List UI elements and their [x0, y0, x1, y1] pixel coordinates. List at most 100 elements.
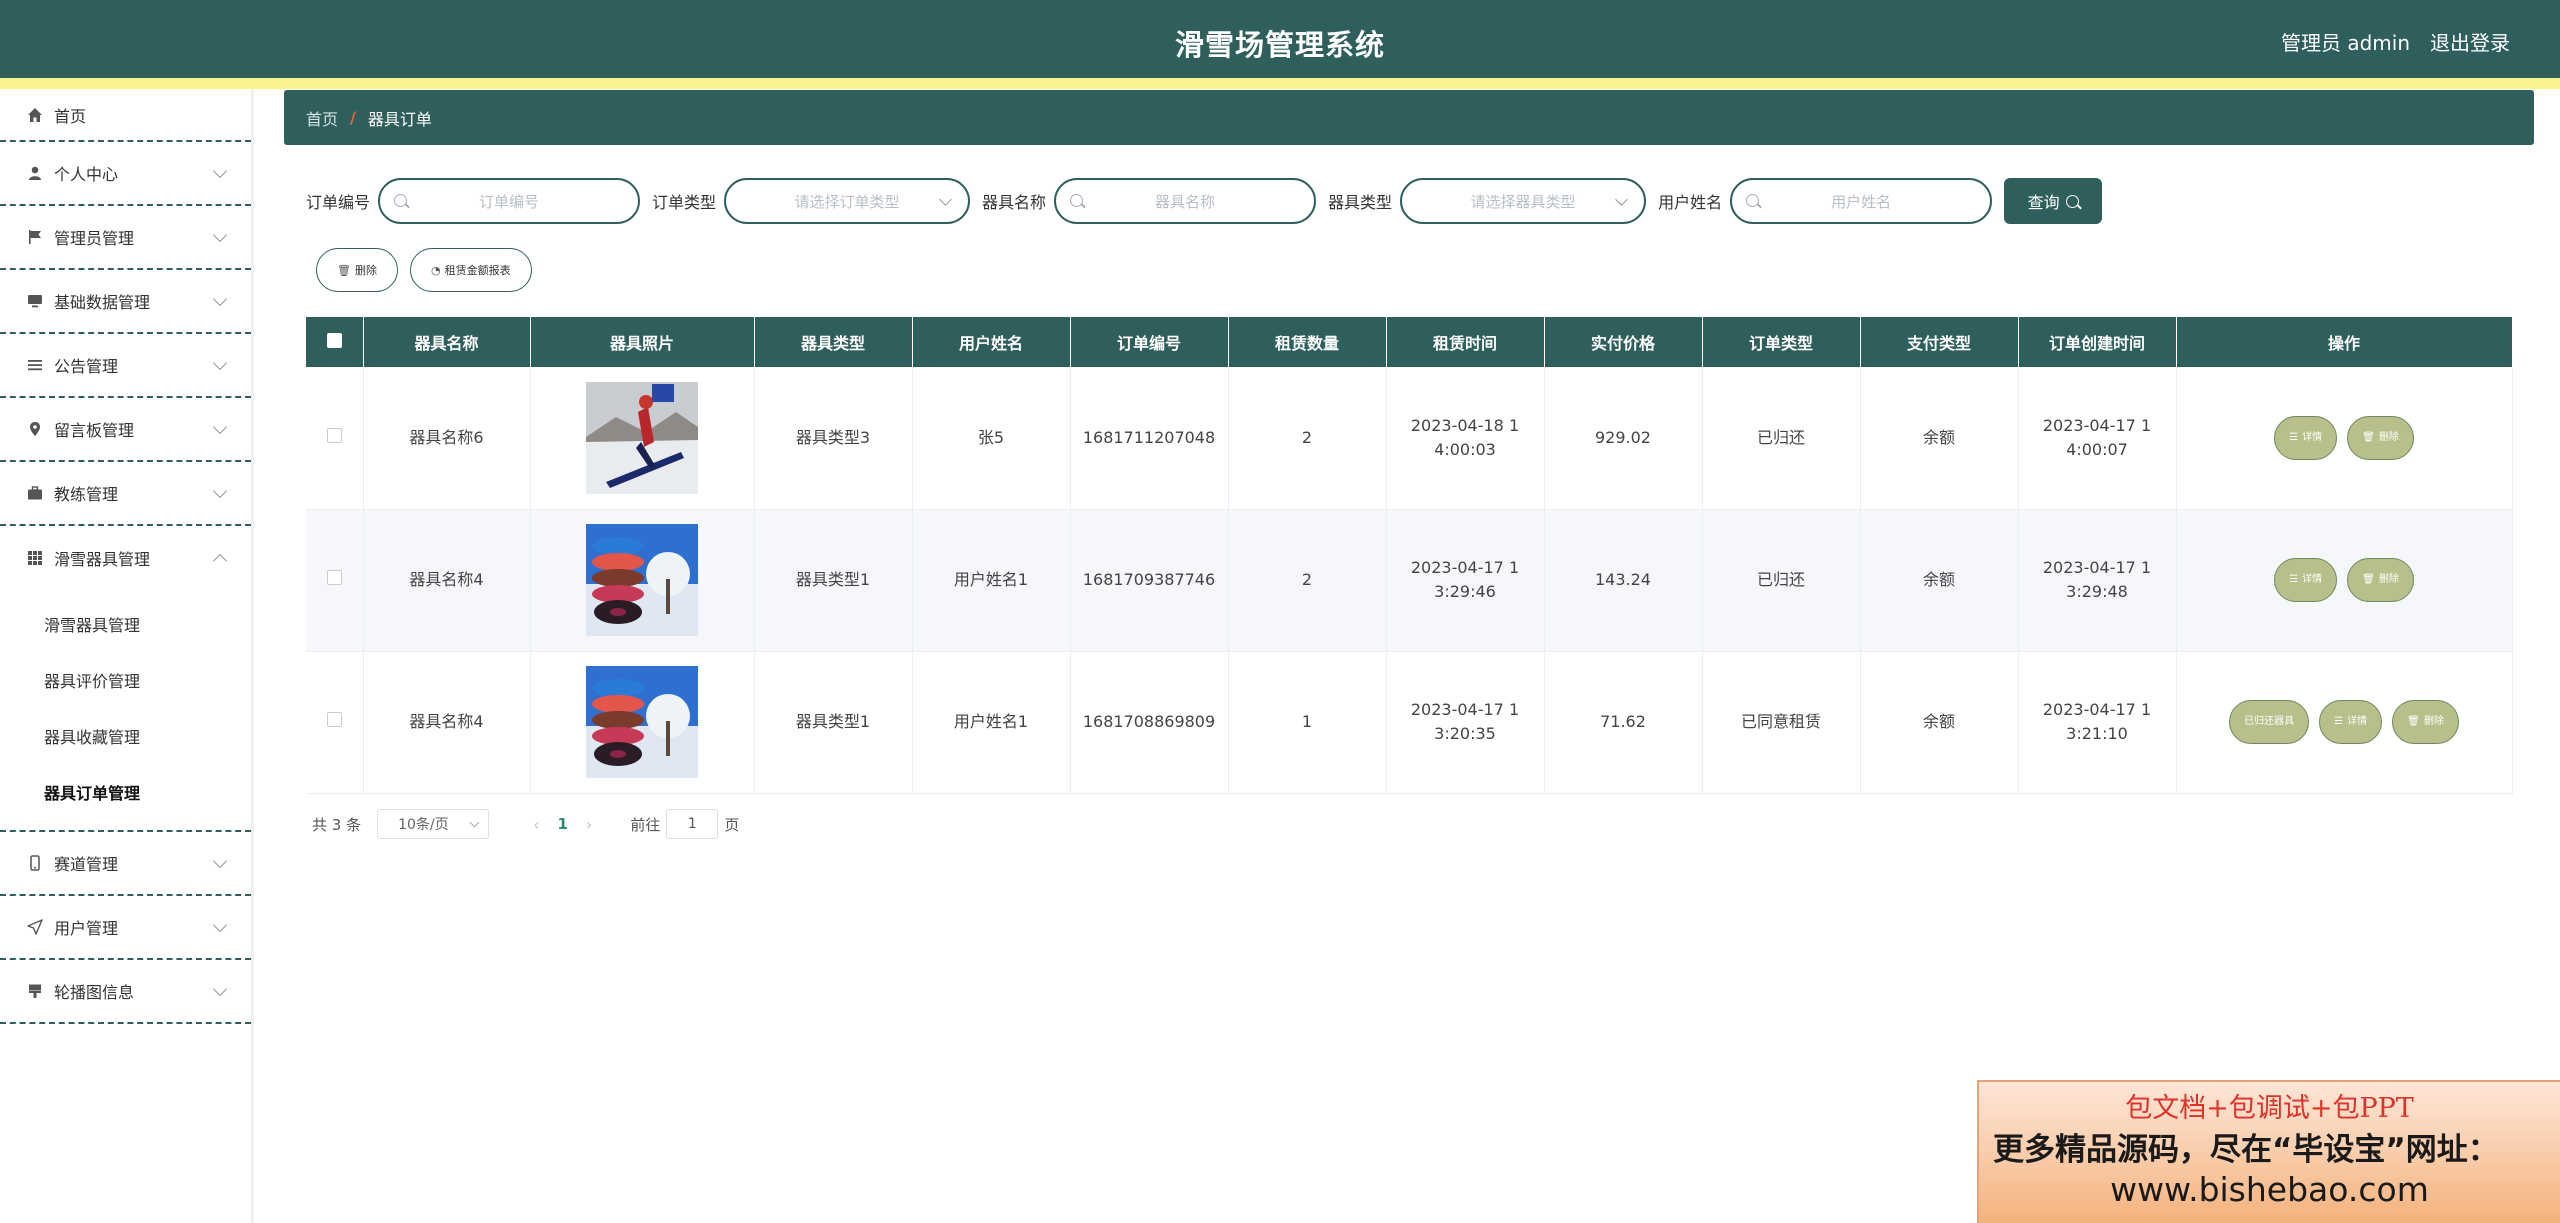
- order-type-select[interactable]: 请选择订单类型: [724, 178, 971, 224]
- page-size-select[interactable]: 10条/页: [377, 809, 490, 839]
- user-name-cell: 张5: [912, 367, 1071, 510]
- sidebar-item-label: 轮播图信息: [54, 983, 135, 1002]
- trash-icon: 🗑: [337, 263, 351, 277]
- select-all-checkbox[interactable]: [326, 332, 342, 348]
- briefcase-icon: [26, 484, 44, 502]
- equip-type-select[interactable]: 请选择器具类型: [1400, 178, 1647, 224]
- created-time-cell: 2023-04-17 14:00:07: [2018, 367, 2177, 510]
- sidebar-item-notice[interactable]: 公告管理: [0, 334, 251, 398]
- delete-label: 删除: [2423, 716, 2444, 727]
- search-icon: [394, 194, 408, 207]
- sidebar-item-home[interactable]: 首页: [0, 89, 251, 142]
- brush-icon: [26, 982, 44, 1000]
- goto-page-input[interactable]: 1: [666, 809, 719, 839]
- user-name-cell: 用户姓名1: [912, 509, 1071, 652]
- user-name-input[interactable]: 用户姓名: [1730, 178, 1993, 224]
- chevron-down-icon: [939, 193, 952, 206]
- rental-report-label: 租赁金额报表: [444, 264, 511, 277]
- created-time-cell: 2023-04-17 13:21:10: [2018, 651, 2177, 794]
- breadcrumb-current: 器具订单: [367, 109, 432, 129]
- equip-name-placeholder: 器具名称: [1155, 192, 1216, 211]
- submenu-item-equipment-order[interactable]: 器具订单管理: [0, 764, 251, 820]
- sidebar-item-basedata[interactable]: 基础数据管理: [0, 270, 251, 334]
- qty-cell: 2: [1228, 509, 1387, 652]
- sidebar-item-messages[interactable]: 留言板管理: [0, 398, 251, 462]
- detail-button[interactable]: ☰ 详情: [2319, 700, 2383, 744]
- equip-photo-cell: [530, 509, 755, 652]
- sidebar-item-label: 教练管理: [54, 485, 119, 504]
- chevron-down-icon: [1615, 193, 1628, 206]
- sidebar-item-label: 公告管理: [54, 357, 119, 376]
- delete-button[interactable]: 🗑 删除: [2347, 415, 2414, 460]
- equipment-photo[interactable]: [586, 524, 698, 636]
- equip-name-input[interactable]: 器具名称: [1054, 178, 1317, 224]
- table-header-row: 器具名称 器具照片 器具类型 用户姓名 订单编号 租赁数量 租赁时间 实付价格 …: [306, 317, 2513, 367]
- pagination: 共 3 条 10条/页 ‹ 1 › 前往 1 页: [312, 808, 739, 840]
- query-label: 查询: [2027, 193, 2060, 212]
- sidebar-item-admins[interactable]: 管理员管理: [0, 206, 251, 270]
- equip-name-cell: 器具名称6: [363, 367, 531, 510]
- equipment-photo[interactable]: [586, 666, 698, 778]
- send-icon: [26, 918, 44, 936]
- order-type-label: 订单类型: [652, 193, 717, 212]
- detail-icon: ☰: [2334, 716, 2344, 727]
- column-header: 支付类型: [1860, 317, 2019, 367]
- prev-page-icon[interactable]: ‹: [533, 815, 539, 834]
- equipment-photo[interactable]: [586, 381, 698, 494]
- pie-chart-icon: ◔: [430, 263, 441, 277]
- logout-link[interactable]: 退出登录: [2430, 27, 2510, 56]
- row-checkbox[interactable]: [326, 570, 342, 585]
- chevron-down-icon: [212, 227, 228, 243]
- top-header: 滑雪场管理系统 管理员 admin 退出登录: [0, 0, 2560, 89]
- order-no-cell: 1681711207048: [1070, 367, 1229, 510]
- sidebar-item-personal[interactable]: 个人中心: [0, 142, 251, 206]
- sidebar-item-coach[interactable]: 教练管理: [0, 462, 251, 526]
- rental-report-button[interactable]: ◔ 租赁金额报表: [409, 248, 532, 292]
- equip-name-label: 器具名称: [982, 193, 1047, 212]
- user-name-cell: 用户姓名1: [912, 651, 1071, 794]
- created-time-cell: 2023-04-17 13:29:48: [2018, 509, 2177, 652]
- bulk-delete-button[interactable]: 🗑 删除: [316, 248, 398, 292]
- sidebar-item-label: 赛道管理: [54, 855, 119, 874]
- sidebar-item-users[interactable]: 用户管理: [0, 896, 251, 960]
- promo-banner[interactable]: 包文档+包调试+包PPT 更多精品源码，尽在“毕设宝”网址： www.bishe…: [1977, 1080, 2560, 1223]
- sidebar-item-ski-equipment[interactable]: 滑雪器具管理: [0, 526, 251, 590]
- row-checkbox[interactable]: [326, 712, 342, 727]
- breadcrumb-separator: /: [350, 108, 356, 127]
- sidebar-item-track[interactable]: 赛道管理: [0, 832, 251, 896]
- equip-type-cell: 器具类型1: [754, 651, 913, 794]
- column-header: 订单类型: [1702, 317, 1861, 367]
- detail-icon: ☰: [2289, 574, 2299, 585]
- select-all-cell[interactable]: [306, 317, 364, 367]
- list-icon: [26, 356, 44, 374]
- delete-button[interactable]: 🗑 删除: [2392, 700, 2459, 744]
- page-number[interactable]: 1: [558, 815, 568, 833]
- submenu-item-equipment[interactable]: 滑雪器具管理: [0, 596, 251, 652]
- rent-time-cell: 2023-04-17 13:20:35: [1386, 651, 1545, 794]
- query-button[interactable]: 查询: [2004, 178, 2103, 224]
- order-no-input[interactable]: 订单编号: [378, 178, 641, 224]
- next-page-icon[interactable]: ›: [586, 815, 592, 834]
- submenu-item-equipment-review[interactable]: 器具评价管理: [0, 652, 251, 708]
- return-equipment-button[interactable]: 已归还器具: [2229, 700, 2310, 744]
- column-header: 实付价格: [1544, 317, 1703, 367]
- sidebar-item-label: 个人中心: [54, 165, 119, 184]
- equip-type-label: 器具类型: [1328, 193, 1393, 212]
- row-checkbox[interactable]: [326, 427, 342, 443]
- promo-line-2: 更多精品源码，尽在“毕设宝”网址：: [1993, 1132, 2499, 1168]
- breadcrumb-home[interactable]: 首页: [306, 106, 338, 130]
- home-icon: [26, 106, 44, 124]
- detail-label: 详情: [2347, 716, 2368, 727]
- table-row: 器具名称4 器具类型1 用户姓名1 1681709387746 2 2023-0…: [306, 509, 2513, 652]
- delete-button[interactable]: 🗑 删除: [2347, 558, 2414, 602]
- user-name-placeholder: 用户姓名: [1831, 192, 1892, 211]
- sidebar-item-carousel[interactable]: 轮播图信息: [0, 960, 251, 1024]
- column-header: 租赁时间: [1386, 317, 1545, 367]
- detail-button[interactable]: ☰ 详情: [2274, 558, 2338, 602]
- submenu-item-equipment-favorite[interactable]: 器具收藏管理: [0, 708, 251, 764]
- detail-button[interactable]: ☰ 详情: [2274, 415, 2338, 460]
- delete-label: 删除: [2378, 574, 2399, 585]
- search-icon: [1746, 194, 1760, 207]
- pay-type-cell: 余额: [1860, 651, 2019, 794]
- bulk-delete-label: 删除: [354, 264, 377, 277]
